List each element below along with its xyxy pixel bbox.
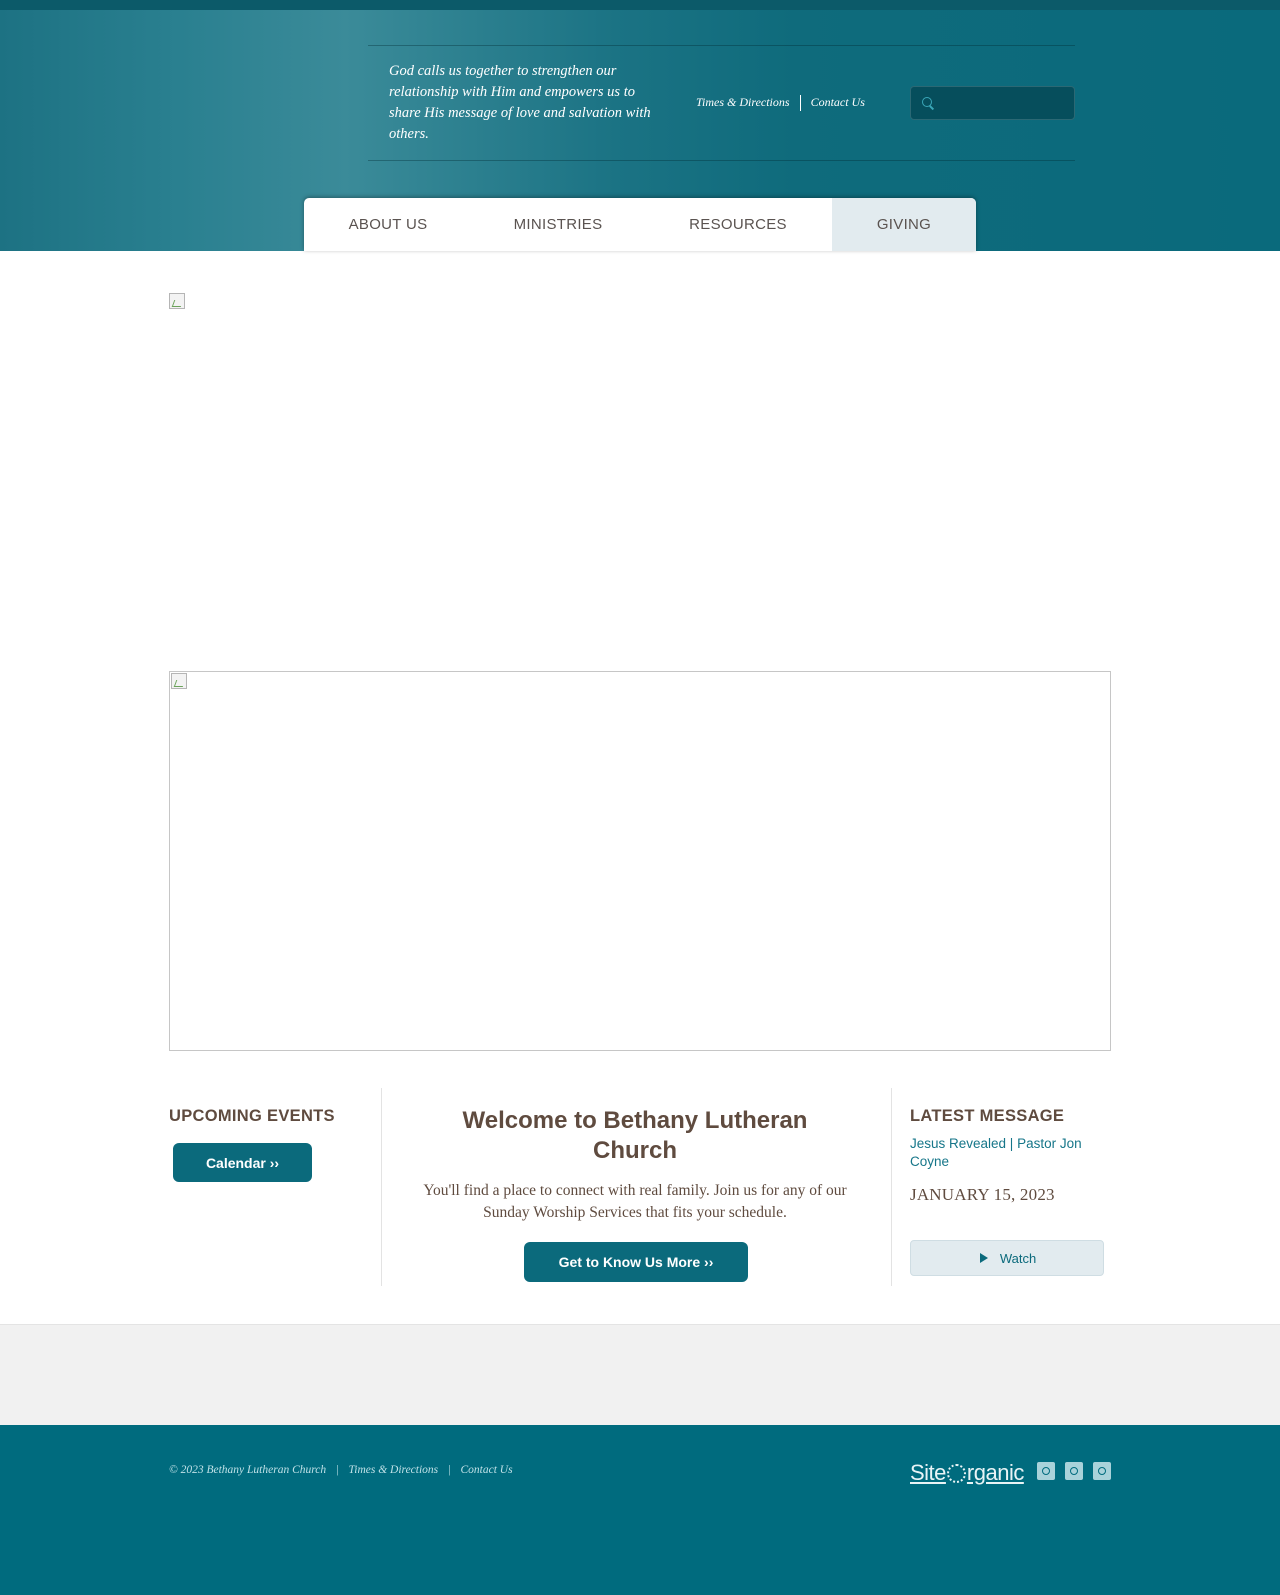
youtube-icon[interactable] [1065, 1462, 1083, 1480]
latest-message-link[interactable]: Jesus Revealed | Pastor Jon Coyne [910, 1135, 1110, 1171]
times-directions-link[interactable]: Times & Directions [696, 95, 790, 110]
watch-label: Watch [999, 1250, 1037, 1266]
main-nav: ABOUT US MINISTRIES RESOURCES GIVING [304, 198, 976, 251]
footer-times-directions-link[interactable]: Times & Directions [348, 1464, 438, 1476]
welcome-text: You'll find a place to connect with real… [423, 1182, 847, 1221]
watch-button[interactable]: Watch [910, 1240, 1104, 1276]
welcome-title: Welcome to Bethany Lutheran Church [462, 1107, 808, 1164]
calendar-button[interactable]: Calendar ›› [173, 1143, 312, 1182]
banner-image-frame [169, 671, 1111, 1051]
footer-contact-us-link[interactable]: Contact Us [460, 1464, 512, 1476]
footer-separator: | [448, 1464, 451, 1476]
column-divider-right [891, 1088, 892, 1286]
instagram-icon[interactable] [1093, 1462, 1111, 1480]
column-divider-left [381, 1088, 382, 1286]
nav-item-ministries[interactable]: MINISTRIES [472, 198, 644, 251]
search-input[interactable] [941, 96, 1071, 110]
nav-item-giving[interactable]: GIVING [832, 198, 976, 251]
latest-message-title: LATEST MESSAGE [910, 1107, 1065, 1125]
search-icon[interactable] [921, 96, 935, 110]
nav-item-resources[interactable]: RESOURCES [644, 198, 832, 251]
search-box[interactable] [910, 86, 1075, 120]
siteorganic-logo[interactable]: Site rganic [910, 1460, 1024, 1486]
footer-copyright: © 2023 Bethany Lutheran Church [169, 1464, 327, 1476]
site-footer [0, 1425, 1280, 1595]
hero-image-placeholder [169, 293, 185, 309]
siteorganic-logo-site: Site [910, 1460, 946, 1485]
top-strip [0, 0, 1280, 10]
contact-us-link[interactable]: Contact Us [811, 95, 865, 110]
footer-separator: | [336, 1464, 339, 1476]
mission-tagline: God calls us together to strengthen our … [389, 63, 651, 142]
siteorganic-logo-rganic: rganic [966, 1460, 1024, 1485]
pre-footer-band [0, 1324, 1280, 1425]
message-date: JANUARY 15, 2023 [910, 1185, 1055, 1204]
facebook-icon[interactable] [1037, 1462, 1055, 1480]
get-to-know-us-button[interactable]: Get to Know Us More ›› [524, 1242, 748, 1282]
play-icon [978, 1253, 988, 1263]
nav-item-about-us[interactable]: ABOUT US [304, 198, 472, 251]
utility-links: Times & Directions Contact Us [696, 94, 865, 111]
footer-links: © 2023 Bethany Lutheran Church | Times &… [169, 1464, 513, 1476]
utility-divider [799, 94, 801, 111]
banner-image-placeholder [171, 673, 187, 689]
upcoming-events-title: UPCOMING EVENTS [169, 1107, 335, 1125]
siteorganic-logo-mark [946, 1463, 966, 1483]
